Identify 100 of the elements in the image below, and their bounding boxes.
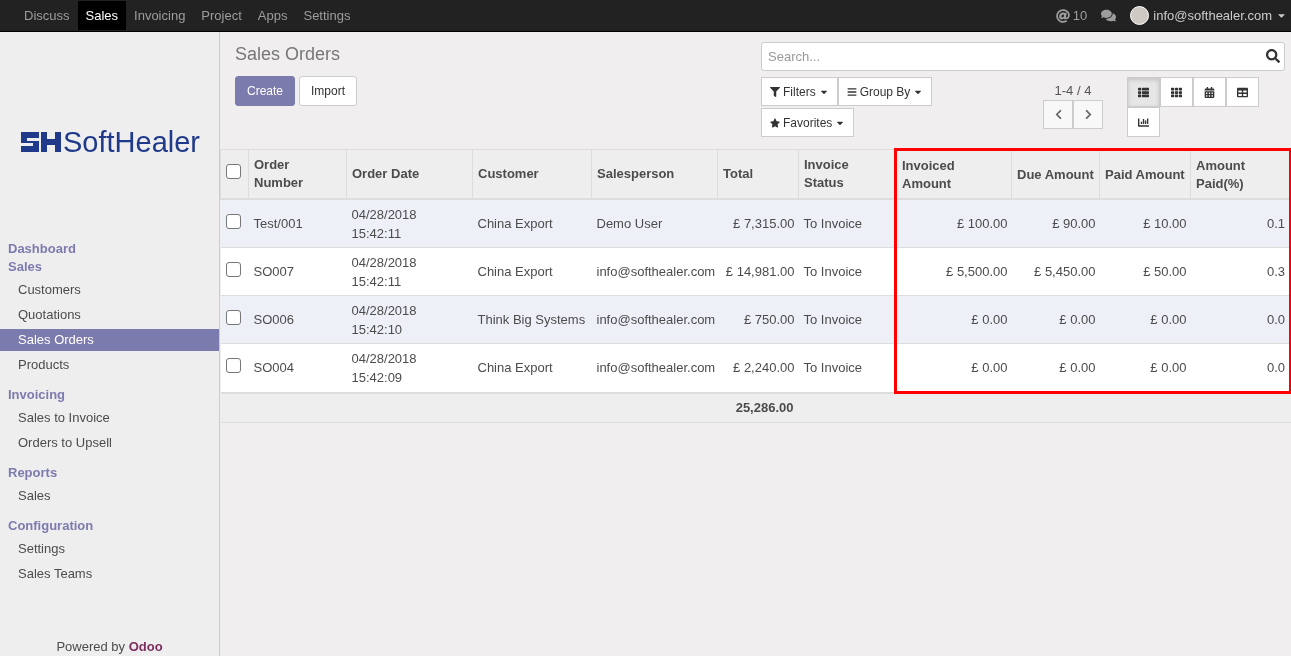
logo-mark-icon bbox=[19, 130, 61, 154]
at-sign-icon bbox=[1055, 8, 1070, 23]
table-cell: £ 750.00 bbox=[717, 295, 799, 344]
column-header[interactable]: Order Number bbox=[248, 149, 347, 199]
table-cell: China Export bbox=[472, 247, 592, 296]
view-switch-button[interactable] bbox=[1127, 107, 1160, 137]
app-menu-tab[interactable]: Settings bbox=[295, 1, 359, 30]
view-switch-button[interactable] bbox=[1127, 77, 1160, 107]
table-cell: 04/28/2018 15:42:11 bbox=[346, 247, 473, 296]
table-cell: 0.0 bbox=[1190, 295, 1291, 344]
table-cell: £ 5,500.00 bbox=[895, 247, 1012, 296]
table-cell: £ 0.00 bbox=[1099, 343, 1191, 393]
sidebar-menu-item[interactable]: Sales Orders bbox=[0, 329, 219, 351]
table-cell: 04/28/2018 15:42:09 bbox=[346, 343, 473, 393]
table-cell: 04/28/2018 15:42:10 bbox=[346, 295, 473, 344]
column-header[interactable]: Order Date bbox=[346, 149, 473, 199]
table-cell: To Invoice bbox=[798, 295, 896, 344]
search-option-button[interactable]: Filters bbox=[761, 77, 838, 106]
search-field[interactable]: Search... bbox=[761, 42, 1285, 71]
view-switch-button[interactable] bbox=[1193, 77, 1226, 107]
user-menu[interactable]: info@softhealer.com bbox=[1130, 6, 1287, 25]
bar-chart-icon bbox=[1138, 116, 1149, 128]
table-cell: SO004 bbox=[248, 343, 347, 393]
table-cell: £ 100.00 bbox=[895, 199, 1012, 248]
powered-by-text: Powered by bbox=[56, 639, 126, 654]
calendar-icon bbox=[1204, 86, 1215, 98]
mentions-button[interactable]: 10 bbox=[1055, 8, 1088, 23]
column-header[interactable]: Invoiced Amount bbox=[895, 149, 1012, 199]
import-button[interactable]: Import bbox=[299, 76, 358, 106]
search-icon[interactable] bbox=[1266, 49, 1280, 63]
column-header[interactable]: Paid Amount bbox=[1099, 149, 1191, 199]
app-menu-tab[interactable]: Project bbox=[193, 1, 250, 30]
column-header[interactable]: Salesperson bbox=[591, 149, 718, 199]
page-title: Sales Orders bbox=[235, 44, 342, 65]
table-cell: £ 10.00 bbox=[1099, 199, 1191, 248]
table-cell: SO007 bbox=[248, 247, 347, 296]
list-lines-icon bbox=[846, 86, 857, 97]
list-view-icon bbox=[1138, 86, 1149, 98]
total-cell: 25,286.00 bbox=[717, 392, 799, 423]
table-grid-icon bbox=[1237, 86, 1248, 98]
pager-value[interactable]: 1-4 / 4 bbox=[1054, 83, 1092, 98]
table-cell: SO006 bbox=[248, 295, 347, 344]
table-cell: 04/28/2018 15:42:11 bbox=[346, 199, 473, 248]
table-cell: £ 5,450.00 bbox=[1011, 247, 1100, 296]
app-menu-tab[interactable]: Sales bbox=[77, 1, 127, 30]
table-cell: info@softhealer.com bbox=[591, 343, 718, 393]
table-cell: Test/001 bbox=[248, 199, 347, 248]
sidebar-menu-item[interactable]: Orders to Upsell bbox=[0, 432, 219, 454]
column-header[interactable]: Customer bbox=[472, 149, 592, 199]
sidebar-menu-item[interactable]: Quotations bbox=[0, 304, 219, 326]
table-cell: £ 0.00 bbox=[895, 295, 1012, 344]
table-cell: 0.1 bbox=[1190, 199, 1291, 248]
column-header[interactable]: Invoice Status bbox=[798, 149, 896, 199]
table-cell: £ 2,240.00 bbox=[717, 343, 799, 393]
table-cell: £ 14,981.00 bbox=[717, 247, 799, 296]
sidebar-menu-item[interactable]: Sales to Invoice bbox=[0, 407, 219, 429]
row-checkbox[interactable] bbox=[225, 357, 241, 373]
table-cell: £ 0.00 bbox=[1011, 343, 1100, 393]
table-cell: 0.0 bbox=[1190, 343, 1291, 393]
filter-icon bbox=[770, 86, 780, 97]
sidebar-menu-item[interactable]: Settings bbox=[0, 538, 219, 560]
table-cell: £ 0.00 bbox=[1011, 295, 1100, 344]
table-cell: info@softhealer.com bbox=[591, 247, 718, 296]
sidebar-menu-item[interactable]: Products bbox=[0, 354, 219, 376]
column-header[interactable]: Due Amount bbox=[1011, 149, 1100, 199]
table-cell: To Invoice bbox=[798, 343, 896, 393]
table-cell: info@softhealer.com bbox=[591, 295, 718, 344]
sidebar-menu-item[interactable]: Sales Teams bbox=[0, 563, 219, 585]
sidebar-menu-item[interactable]: Customers bbox=[0, 279, 219, 301]
table-cell: £ 0.00 bbox=[1099, 295, 1191, 344]
avatar bbox=[1130, 6, 1150, 25]
table-cell: To Invoice bbox=[798, 247, 896, 296]
column-header[interactable]: Amount Paid(%) bbox=[1190, 149, 1291, 199]
row-checkbox[interactable] bbox=[225, 309, 241, 325]
table-cell: Demo User bbox=[591, 199, 718, 248]
brand-link[interactable]: Odoo bbox=[128, 639, 163, 654]
view-switch-button[interactable] bbox=[1226, 77, 1259, 107]
search-option-button[interactable]: Favorites bbox=[761, 108, 855, 137]
row-checkbox[interactable] bbox=[225, 261, 241, 277]
app-menu-tab[interactable]: Apps bbox=[249, 1, 296, 30]
table-cell: China Export bbox=[472, 343, 592, 393]
table-cell: 0.3 bbox=[1190, 247, 1291, 296]
table-cell: China Export bbox=[472, 199, 592, 248]
table-cell: £ 0.00 bbox=[895, 343, 1012, 393]
column-header[interactable]: Total bbox=[717, 149, 799, 199]
select-all-checkbox[interactable] bbox=[226, 164, 241, 179]
sidebar-menu-item[interactable]: Sales bbox=[0, 485, 219, 507]
table-cell: Think Big Systems bbox=[472, 295, 592, 344]
app-menu-tab[interactable]: Discuss bbox=[16, 1, 78, 30]
kanban-view-icon bbox=[1171, 86, 1182, 98]
logo-text: SoftHealer bbox=[63, 125, 200, 159]
search-option-button[interactable]: Group By bbox=[837, 77, 933, 106]
row-checkbox[interactable] bbox=[225, 213, 241, 229]
table-cell: To Invoice bbox=[798, 199, 896, 248]
table-cell: £ 7,315.00 bbox=[717, 199, 799, 248]
star-icon bbox=[770, 117, 780, 128]
app-menu-tab[interactable]: Invoicing bbox=[126, 1, 194, 30]
create-button[interactable]: Create bbox=[235, 76, 296, 106]
view-switch-button[interactable] bbox=[1160, 77, 1193, 107]
chat-icon[interactable] bbox=[1101, 8, 1117, 23]
